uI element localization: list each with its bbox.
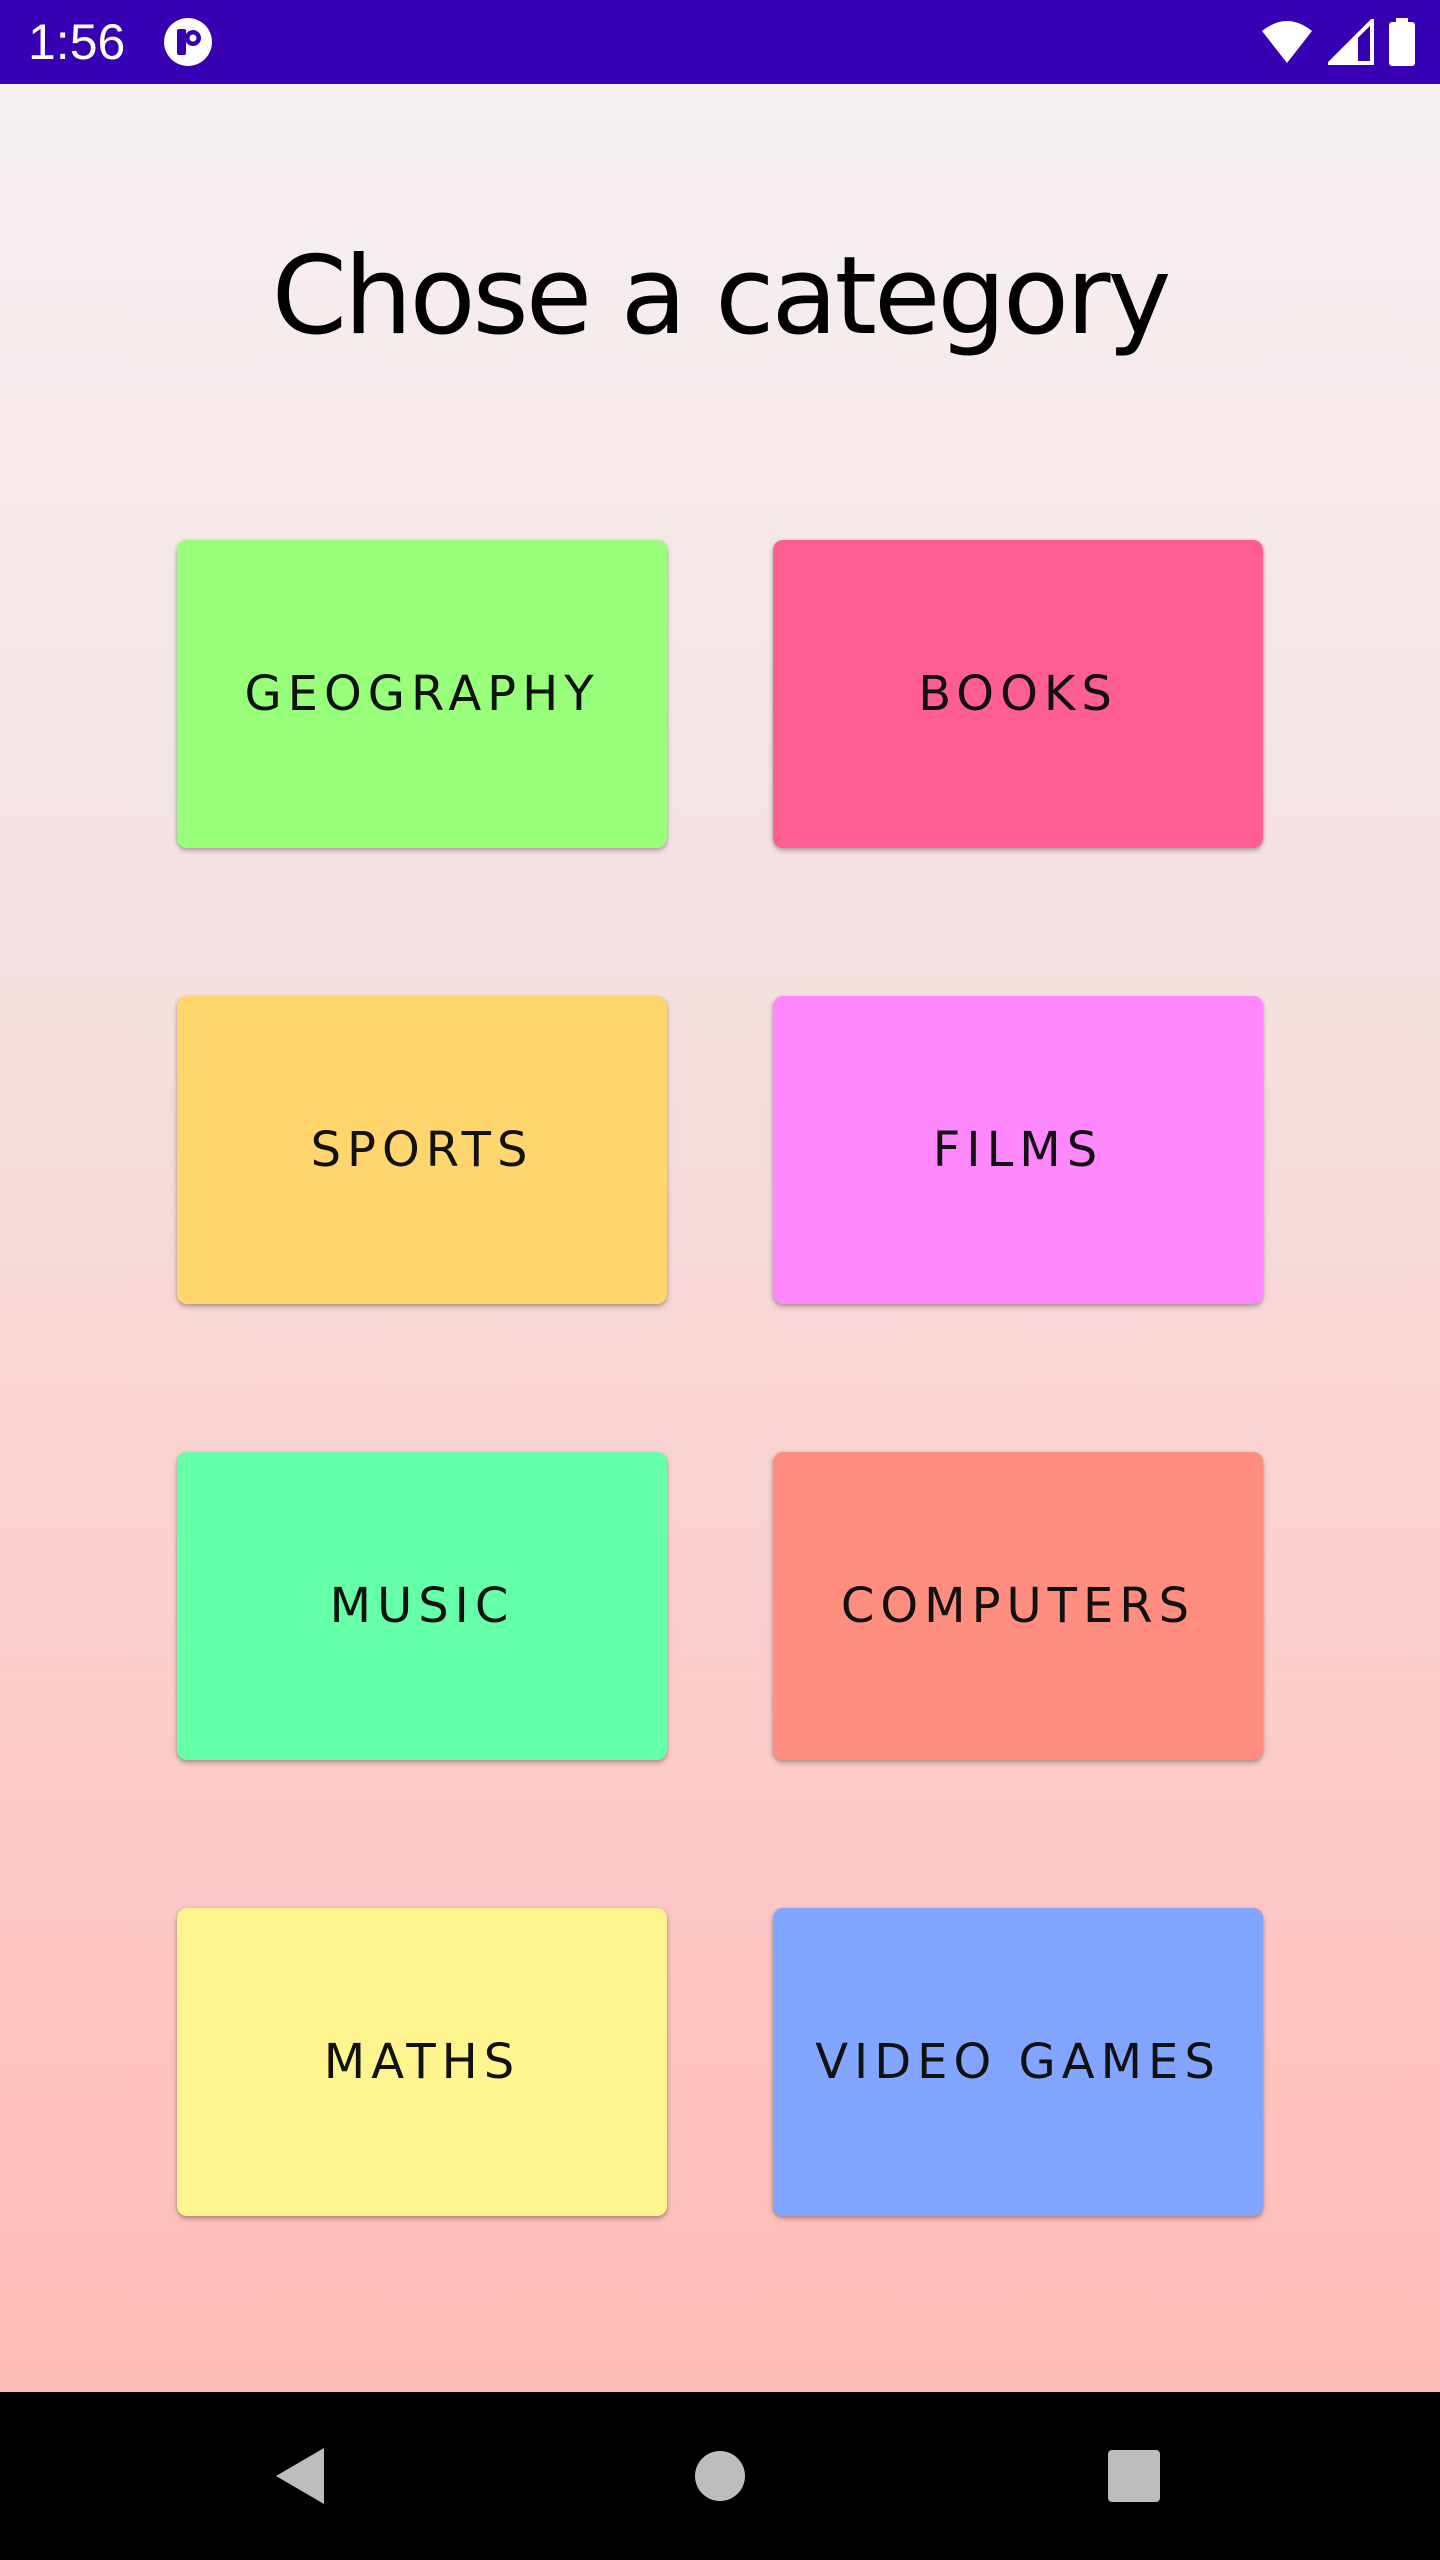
app-notification-icon <box>162 16 214 68</box>
category-button-computers[interactable]: COMPUTERS <box>773 1452 1263 1760</box>
status-icons <box>1260 16 1416 68</box>
home-icon <box>695 2451 745 2501</box>
cell-signal-icon <box>1328 19 1374 65</box>
back-icon <box>276 2448 324 2504</box>
home-button[interactable] <box>670 2426 770 2526</box>
navigation-bar <box>0 2392 1440 2560</box>
category-button-sports[interactable]: SPORTS <box>177 996 667 1304</box>
category-button-music[interactable]: MUSIC <box>177 1452 667 1760</box>
page-title: Chose a category <box>271 234 1172 359</box>
battery-icon <box>1388 18 1416 66</box>
back-button[interactable] <box>250 2426 350 2526</box>
recents-icon <box>1108 2450 1160 2502</box>
category-button-films[interactable]: FILMS <box>773 996 1263 1304</box>
category-button-geography[interactable]: GEOGRAPHY <box>177 540 667 848</box>
status-bar: 1:56 <box>0 0 1440 84</box>
category-button-maths[interactable]: MATHS <box>177 1908 667 2216</box>
main-content: Chose a category GEOGRAPHY BOOKS SPORTS … <box>0 84 1440 2392</box>
status-time: 1:56 <box>28 14 126 70</box>
wifi-icon <box>1260 19 1314 65</box>
recents-button[interactable] <box>1084 2426 1184 2526</box>
category-button-books[interactable]: BOOKS <box>773 540 1263 848</box>
category-button-video-games[interactable]: VIDEO GAMES <box>773 1908 1263 2216</box>
app-screen: 1:56 Chose a category GEOGRAPHY BOOKS SP… <box>0 0 1440 2560</box>
